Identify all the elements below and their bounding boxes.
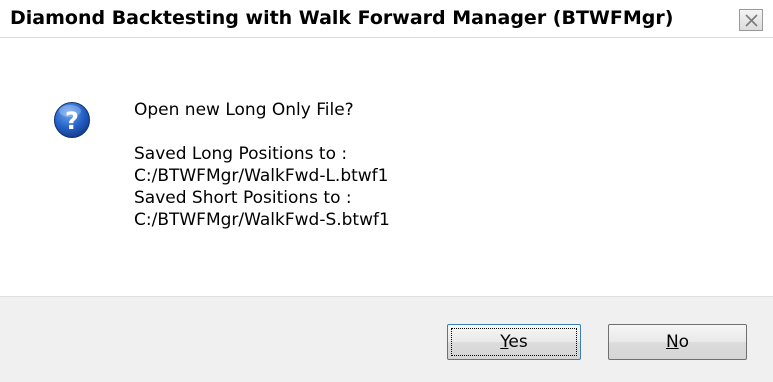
message-dialog: Diamond Backtesting with Walk Forward Ma… — [0, 0, 773, 382]
question-text: Open new Long Only File? — [134, 100, 354, 120]
message-line: Saved Short Positions to : — [134, 188, 352, 208]
title-bar[interactable]: Diamond Backtesting with Walk Forward Ma… — [0, 0, 773, 38]
button-bar: Yes No — [0, 296, 773, 382]
close-button[interactable] — [739, 9, 763, 31]
window-title: Diamond Backtesting with Walk Forward Ma… — [10, 7, 674, 29]
yes-button[interactable]: Yes — [447, 324, 581, 360]
no-button-label: No — [665, 332, 690, 352]
yes-button-label: Yes — [500, 332, 528, 352]
no-button[interactable]: No — [608, 324, 747, 360]
svg-text:?: ? — [65, 107, 79, 135]
message-line: Saved Long Positions to : — [134, 144, 348, 164]
close-icon — [745, 14, 758, 27]
message-area: ? Open new Long Only File? Saved Long Po… — [0, 38, 773, 296]
message-text: Open new Long Only File? Saved Long Posi… — [134, 99, 390, 231]
question-icon: ? — [54, 102, 90, 138]
message-line: C:/BTWFMgr/WalkFwd-S.btwf1 — [134, 210, 390, 230]
message-line: C:/BTWFMgr/WalkFwd-L.btwf1 — [134, 166, 389, 186]
